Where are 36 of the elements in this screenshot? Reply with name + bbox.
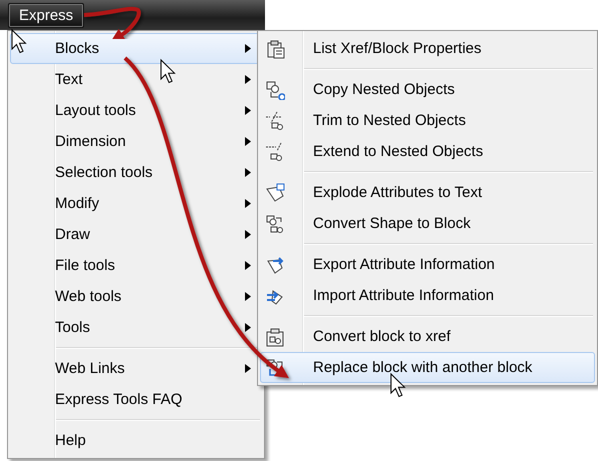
cursor-icon: [390, 372, 406, 398]
menu-item[interactable]: Help: [10, 425, 262, 456]
menu-item[interactable]: Draw: [10, 219, 262, 250]
menu-item[interactable]: Replace block with another block: [260, 352, 595, 383]
menu-item[interactable]: Convert Shape to Block: [260, 208, 595, 239]
menu-item[interactable]: Convert block to xref: [260, 321, 595, 352]
menu-item[interactable]: Selection tools: [10, 157, 262, 188]
block-xref-icon: [265, 326, 285, 346]
menu-item[interactable]: List Xref/Block Properties: [260, 33, 595, 64]
menu-item[interactable]: Express Tools FAQ: [10, 384, 262, 415]
menu-bar-item[interactable]: Express: [8, 3, 84, 28]
clipboard-icon: [265, 38, 285, 58]
menu-item[interactable]: Web Links: [10, 353, 262, 384]
menu-item[interactable]: Layout tools: [10, 95, 262, 126]
copy-objects-icon: [265, 80, 285, 100]
cursor-icon: [12, 28, 27, 54]
menu-item[interactable]: Export Attribute Information: [260, 249, 595, 280]
menu-item[interactable]: Web tools: [10, 281, 262, 312]
shape-to-block-icon: [265, 214, 285, 234]
replace-block-icon: [265, 358, 285, 378]
menu-item[interactable]: File tools: [10, 250, 262, 281]
menu-item[interactable]: Extend to Nested Objects: [260, 136, 595, 167]
menu-item[interactable]: Text: [10, 64, 262, 95]
menu-item[interactable]: Modify: [10, 188, 262, 219]
menu-item[interactable]: Tools: [10, 312, 262, 343]
cursor-icon: [160, 58, 176, 84]
tag-icon: [265, 182, 285, 202]
export-icon: [265, 254, 285, 274]
menu-item[interactable]: Dimension: [10, 126, 262, 157]
menu-item[interactable]: Import Attribute Information: [260, 280, 595, 311]
menu-item[interactable]: Copy Nested Objects: [260, 74, 595, 105]
extend-icon: [265, 142, 285, 162]
menu-item[interactable]: Explode Attributes to Text: [260, 177, 595, 208]
trim-icon: [265, 110, 285, 130]
menu-item[interactable]: Trim to Nested Objects: [260, 105, 595, 136]
annotation-arrow: [84, 6, 141, 42]
